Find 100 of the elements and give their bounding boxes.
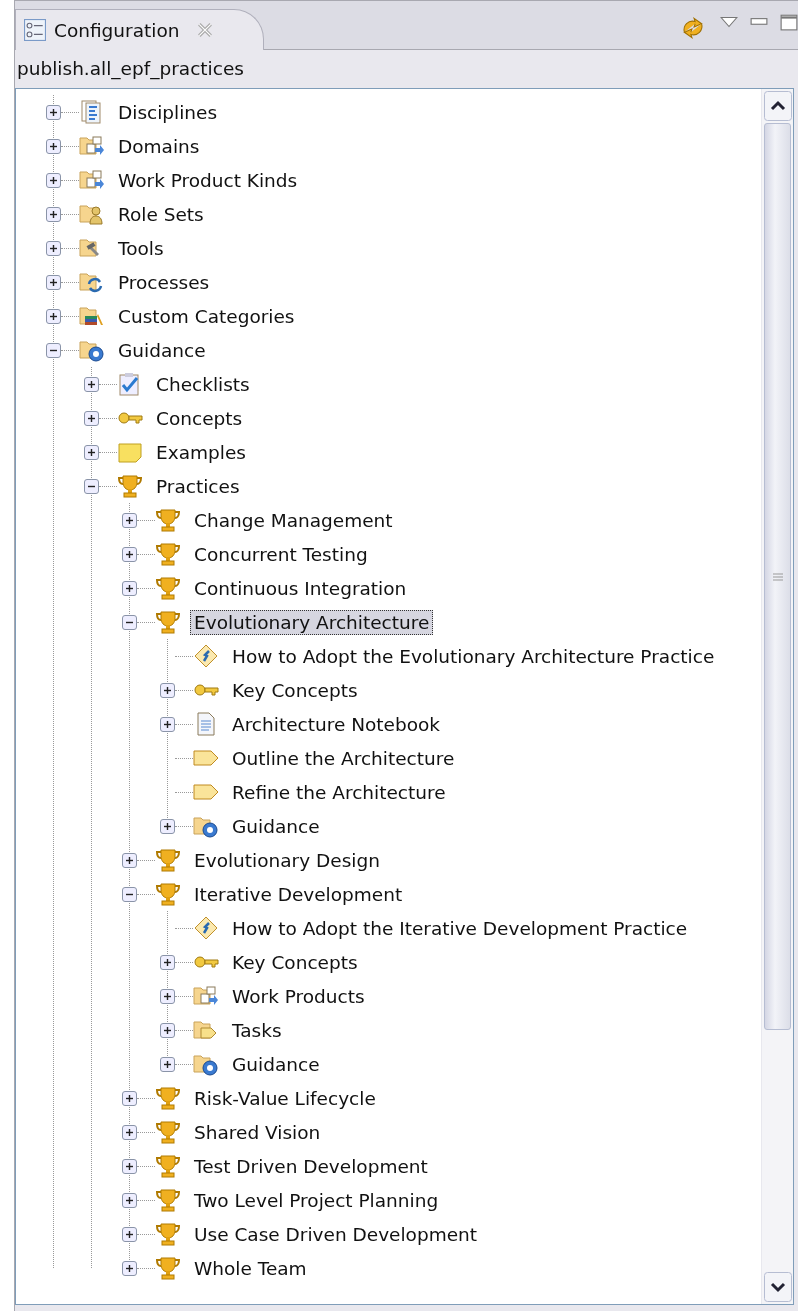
tree-item[interactable]: Architecture Notebook xyxy=(228,711,445,737)
tree-item[interactable]: Refine the Architecture xyxy=(228,779,450,805)
expand-icon[interactable] xyxy=(46,206,61,222)
expand-icon[interactable] xyxy=(160,954,175,970)
list-icon xyxy=(24,19,46,41)
trophy-icon xyxy=(155,1086,181,1110)
tree-item[interactable]: Examples xyxy=(152,439,250,465)
note-icon xyxy=(117,440,143,464)
scrollbar-thumb[interactable] xyxy=(764,123,791,1030)
expand-icon[interactable] xyxy=(160,1056,175,1072)
tree-item[interactable]: Role Sets xyxy=(114,201,208,227)
tree-item[interactable]: Iterative Development xyxy=(190,881,407,907)
tree-item[interactable]: How to Adopt the Iterative Development Practice xyxy=(228,915,692,941)
trophy-icon xyxy=(155,542,181,566)
expand-icon[interactable] xyxy=(122,512,137,528)
folder-document-icon xyxy=(79,168,105,192)
folder-books-icon xyxy=(79,304,105,328)
tree-item[interactable]: Use Case Driven Development xyxy=(190,1221,482,1247)
folder-tag-icon xyxy=(193,1018,219,1042)
tree-item[interactable]: Shared Vision xyxy=(190,1119,325,1145)
collapse-icon[interactable] xyxy=(122,886,137,902)
expand-icon[interactable] xyxy=(46,138,61,154)
expand-icon[interactable] xyxy=(122,1090,137,1106)
tree-item[interactable]: Change Management xyxy=(190,507,397,533)
expand-icon[interactable] xyxy=(46,172,61,188)
maximize-icon[interactable] xyxy=(780,13,798,31)
tree-item[interactable]: Tasks xyxy=(228,1017,286,1043)
trophy-icon xyxy=(155,508,181,532)
tree-item[interactable]: Continuous Integration xyxy=(190,575,411,601)
tree-item[interactable]: Outline the Architecture xyxy=(228,745,459,771)
trophy-icon xyxy=(155,848,181,872)
tree-item[interactable]: Test Driven Development xyxy=(190,1153,432,1179)
tree-item[interactable]: Key Concepts xyxy=(228,949,362,975)
tree-item[interactable]: Concepts xyxy=(152,405,247,431)
expand-icon[interactable] xyxy=(160,988,175,1004)
tree-item[interactable]: Disciplines xyxy=(114,99,222,125)
expand-icon[interactable] xyxy=(122,1158,137,1174)
tree-item[interactable]: Concurrent Testing xyxy=(190,541,372,567)
tree-item[interactable]: How to Adopt the Evolutionary Architecture Practice xyxy=(228,643,719,669)
tree-item[interactable]: Two Level Project Planning xyxy=(190,1187,443,1213)
trophy-icon xyxy=(155,882,181,906)
trophy-icon xyxy=(117,474,143,498)
tree-item[interactable]: Checklists xyxy=(152,371,254,397)
tree-item[interactable]: Key Concepts xyxy=(228,677,362,703)
expand-icon[interactable] xyxy=(160,682,175,698)
expand-icon[interactable] xyxy=(46,274,61,290)
tree-item[interactable]: Domains xyxy=(114,133,204,159)
folder-document-icon xyxy=(193,984,219,1008)
expand-icon[interactable] xyxy=(122,1260,137,1276)
tree-item[interactable]: Evolutionary Architecture xyxy=(190,609,434,635)
grip-icon xyxy=(772,572,783,581)
tree-item[interactable]: Guidance xyxy=(228,813,324,839)
scroll-down-button[interactable] xyxy=(763,1272,792,1302)
trophy-icon xyxy=(155,1256,181,1280)
trophy-icon xyxy=(155,1154,181,1178)
folder-gear-icon xyxy=(79,338,105,362)
diamond-arrow-icon xyxy=(193,916,219,940)
scroll-up-button[interactable] xyxy=(763,91,792,121)
folder-document-icon xyxy=(79,134,105,158)
expand-icon[interactable] xyxy=(46,308,61,324)
diamond-arrow-icon xyxy=(193,644,219,668)
tree-item[interactable]: Whole Team xyxy=(190,1255,311,1281)
view-tab[interactable]: Configuration xyxy=(15,9,265,50)
expand-icon[interactable] xyxy=(122,1226,137,1242)
expand-icon[interactable] xyxy=(160,818,175,834)
tree-item[interactable]: Practices xyxy=(152,473,244,499)
tree-item[interactable]: Risk-Value Lifecycle xyxy=(190,1085,380,1111)
expand-icon[interactable] xyxy=(84,376,99,392)
expand-icon[interactable] xyxy=(84,410,99,426)
trophy-icon xyxy=(155,1188,181,1212)
trophy-icon xyxy=(155,1120,181,1144)
trophy-icon xyxy=(155,576,181,600)
tree-item[interactable]: Guidance xyxy=(228,1051,324,1077)
tree-item[interactable]: Evolutionary Design xyxy=(190,847,384,873)
collapse-icon[interactable] xyxy=(84,478,99,494)
folder-arrows-icon xyxy=(79,270,105,294)
folder-person-icon xyxy=(79,202,105,226)
expand-icon[interactable] xyxy=(122,546,137,562)
trophy-icon xyxy=(155,610,181,634)
trophy-icon xyxy=(155,1222,181,1246)
collapse-icon[interactable] xyxy=(122,614,137,630)
tree-item[interactable]: Work Products xyxy=(228,983,369,1009)
expand-icon[interactable] xyxy=(160,716,175,732)
tree-item[interactable]: Processes xyxy=(114,269,214,295)
tree-item[interactable]: Tools xyxy=(114,235,168,261)
tree-item[interactable]: Guidance xyxy=(114,337,210,363)
expand-icon[interactable] xyxy=(84,444,99,460)
expand-icon[interactable] xyxy=(122,580,137,596)
folder-gear-icon xyxy=(193,1052,219,1076)
vertical-scrollbar[interactable] xyxy=(761,89,793,1304)
expand-icon[interactable] xyxy=(122,1192,137,1208)
tree-item[interactable]: Work Product Kinds xyxy=(114,167,302,193)
tree-item[interactable]: Custom Categories xyxy=(114,303,299,329)
folder-gear-icon xyxy=(193,814,219,838)
expand-icon[interactable] xyxy=(122,852,137,868)
expand-icon[interactable] xyxy=(122,1124,137,1140)
collapse-icon[interactable] xyxy=(46,342,61,358)
expand-icon[interactable] xyxy=(160,1022,175,1038)
expand-icon[interactable] xyxy=(46,104,61,120)
expand-icon[interactable] xyxy=(46,240,61,256)
